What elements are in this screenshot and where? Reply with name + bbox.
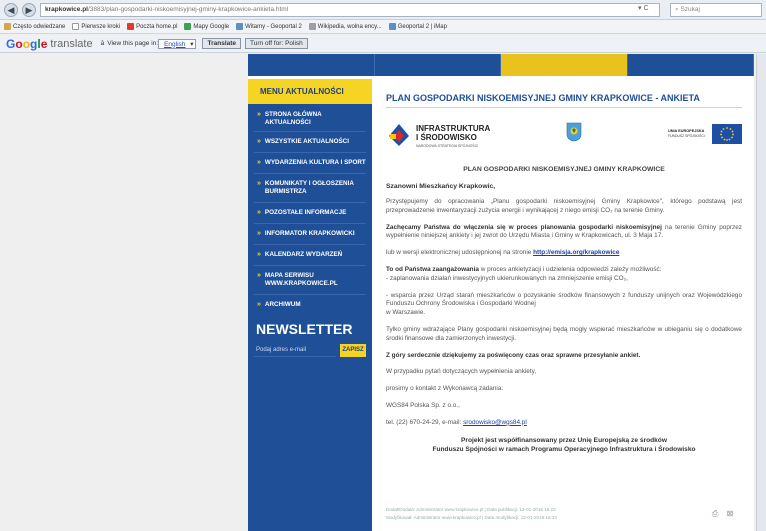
bookmark-item[interactable]: Geoportal 2 | iMap [388, 20, 447, 33]
menu-item[interactable]: » MAPA SERWISU WWW.KRAPKOWICE.PL [248, 266, 372, 294]
arrow-icon: » [257, 272, 261, 279]
bookmark-icon [236, 23, 244, 30]
arrow-icon: » [257, 251, 261, 258]
language-select[interactable]: English ▾ [158, 38, 197, 49]
arrow-icon: » [257, 111, 261, 118]
translate-button[interactable]: Translate [202, 38, 242, 49]
bookmark-item[interactable]: Witamy - Geoportal 2 [236, 20, 302, 33]
bookmark-item[interactable]: Często odwiedzane [4, 20, 65, 33]
survey-link[interactable]: http://emisja.org/krapkowice [533, 249, 619, 256]
paragraph: prosimy o kontakt z Wykonawcą zadania: [386, 385, 504, 393]
article: PLAN GOSPODARKI NISKOEMISYJNEJ GMINY KRA… [386, 93, 742, 454]
paragraph: Tylko gminy wdrażające Plany gospodarki … [386, 325, 742, 342]
translate-icon: ā [100, 40, 105, 47]
top-nav-item[interactable] [248, 54, 375, 76]
paragraph: lub w wersji elektronicznej udostępnione… [386, 249, 620, 257]
newsletter-form: Podaj adres e-mail ZAPISZ [254, 341, 366, 359]
print-icon[interactable]: ⎙ [712, 509, 718, 518]
paragraph: tel. (22) 670-24-29, e-mail: srodowisko@… [386, 418, 527, 426]
page-scrollbar[interactable] [756, 54, 766, 531]
url-path: /3883/plan-gospodarki-niskoemisyjnej-gmi… [88, 6, 289, 13]
sidebar-menu: MENU AKTUALNOŚCI » STRONA GŁÓWNA AKTUALNO… [248, 79, 372, 531]
paragraph: Przystępujemy do opracowania „Planu gosp… [386, 198, 742, 214]
menu-item[interactable]: » WYDARZENIA KULTURA I SPORT [248, 153, 372, 173]
email-link[interactable]: srodowisko@wgs84.pl [463, 419, 527, 426]
wikipedia-icon [308, 23, 316, 30]
address-bar[interactable]: krapkowice.pl/3883/plan-gospodarki-nisko… [40, 3, 660, 17]
menu-item[interactable]: » KOMUNIKATY I OGŁOSZENIA BURMISTRZA [248, 174, 372, 202]
arrow-icon: » [257, 159, 261, 166]
top-nav-item[interactable] [628, 54, 754, 76]
paragraph: W przypadku pytań dotyczących wypełnieni… [386, 368, 537, 376]
turn-off-button[interactable]: Turn off for: Polish [245, 38, 308, 49]
search-input[interactable]: ⌕ Szukaj [670, 3, 762, 17]
paragraph: To od Państwa zaangażowania w proces ank… [386, 265, 662, 282]
greeting: Szanowni Mieszkańcy Krapkowic, [386, 183, 496, 190]
forward-icon[interactable]: ▶ [22, 2, 36, 17]
coat-of-arms-icon [566, 122, 582, 142]
bookmark-item[interactable]: Poczta home.pl [127, 20, 177, 33]
menu-item[interactable]: » STRONA GŁÓWNA AKTUALNOŚCI [248, 104, 372, 131]
paragraph: Z góry serdecznie dziękujemy za poświęco… [386, 351, 641, 359]
menu-item[interactable]: » WSZYSTKIE AKTUALNOŚCI [248, 132, 372, 152]
menu-item[interactable]: » KALENDARZ WYDARZEŃ [248, 245, 372, 265]
browser-toolbar: ◀ ▶ krapkowice.pl/3883/plan-gospodarki-n… [0, 0, 766, 20]
top-nav-item[interactable] [501, 54, 628, 76]
logo-strip: INFRASTRUKTURA I ŚRODOWISKO NARODOWA STR… [386, 118, 742, 158]
back-icon[interactable]: ◀ [4, 2, 18, 17]
top-nav-item[interactable] [375, 54, 501, 76]
arrow-icon: » [257, 180, 261, 187]
bookmark-icon [184, 23, 192, 30]
bookmark-icon [388, 23, 396, 30]
menu-item[interactable]: » POZOSTAŁE INFORMACJE [248, 203, 372, 223]
bookmark-item[interactable]: Pierwsze kroki [72, 20, 120, 33]
paragraph: WGS84 Polska Sp. z o.o., [386, 401, 460, 409]
article-subtitle: PLAN GOSPODARKI NISKOEMISYJNEJ GMINY KRA… [463, 166, 665, 173]
eu-logo: UNIA EUROPEJSKA FUNDUSZ SPÓJNOŚCI [668, 122, 744, 146]
bookmark-icon [127, 23, 135, 30]
article-meta: Dodał/Dodała: Administrator www.krapkowi… [386, 507, 557, 520]
article-title: PLAN GOSPODARKI NISKOEMISYJNEJ GMINY KRA… [386, 93, 700, 103]
google-translate-bar: Google translate ā View this page in: En… [0, 35, 766, 53]
eu-flag-icon [712, 124, 742, 144]
paragraph: Zachęcamy Państwa do włączenia się w pro… [386, 223, 742, 240]
infrastruktura-emblem-icon [386, 122, 412, 148]
arrow-icon: » [257, 230, 261, 237]
menu-list: » STRONA GŁÓWNA AKTUALNOŚCI » WSZYSTKIE AK… [248, 104, 372, 315]
menu-item[interactable]: » ARCHIWUM [248, 295, 372, 315]
menu-title: MENU AKTUALNOŚCI [248, 79, 372, 104]
translate-product-label: translate [50, 37, 93, 50]
newsletter-email-input[interactable]: Podaj adres e-mail [254, 343, 336, 357]
close-icon[interactable]: ⊠ [727, 509, 734, 518]
menu-item[interactable]: » INFORMATOR KRAPKOWICKI [248, 224, 372, 244]
article-actions: ⎙ ⊠ [712, 509, 733, 519]
newsletter-subscribe-button[interactable]: ZAPISZ [340, 343, 366, 357]
funding-note: Projekt jest współfinansowany przez Unię… [432, 436, 696, 453]
infrastruktura-logo: INFRASTRUKTURA I ŚRODOWISKO NARODOWA STR… [386, 120, 526, 156]
arrow-icon: » [257, 138, 261, 145]
url-domain: krapkowice.pl [45, 6, 88, 13]
title-divider [386, 107, 742, 108]
arrow-icon: » [257, 301, 261, 308]
bookmark-icon [72, 23, 80, 30]
bookmarks-bar: Często odwiedzane Pierwsze kroki Poczta … [0, 20, 766, 34]
bookmark-item[interactable]: Wikipedia, wolna ency... [308, 20, 382, 33]
google-logo: Google [6, 36, 48, 51]
top-navigation [248, 54, 754, 76]
paragraph: - wsparcia przez Urząd starań mieszkańcó… [386, 291, 742, 317]
arrow-icon: » [257, 209, 261, 216]
view-page-label: View this page in: [107, 40, 159, 47]
reload-icon[interactable]: ▾ C [638, 4, 649, 12]
newsletter-title: NEWSLETTER [256, 321, 353, 337]
bookmark-item[interactable]: Mapy Google [184, 20, 229, 33]
bookmark-icon [4, 23, 11, 30]
